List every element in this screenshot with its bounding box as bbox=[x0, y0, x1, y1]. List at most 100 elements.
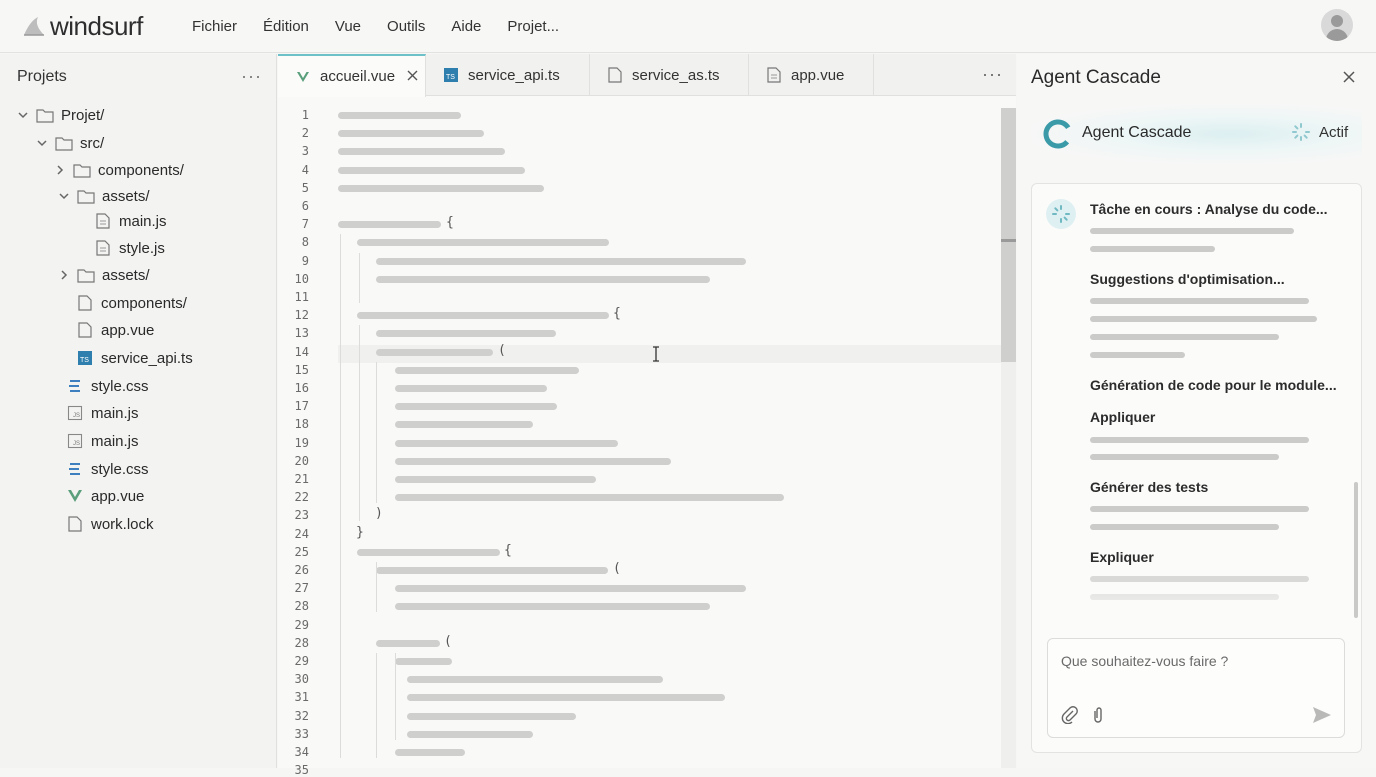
tree-item-label: main.js bbox=[91, 404, 139, 422]
line-number: 18 bbox=[294, 417, 309, 432]
agent-status: Actif bbox=[1319, 124, 1349, 141]
prompt-placeholder: Que souhaitez-vous faire ? bbox=[1061, 653, 1229, 669]
tree-item-label: main.js bbox=[119, 212, 167, 230]
line-number: 25 bbox=[294, 544, 309, 559]
placeholder-line bbox=[1090, 524, 1279, 530]
editor-scrollbar[interactable] bbox=[1001, 108, 1016, 768]
tab-service-api[interactable]: TS service_api.ts bbox=[426, 54, 590, 96]
placeholder-line bbox=[1090, 298, 1309, 304]
cascade-logo-icon bbox=[1043, 119, 1073, 149]
svg-text:TS: TS bbox=[446, 74, 455, 81]
code-line bbox=[407, 712, 576, 720]
chevron-down-icon[interactable] bbox=[58, 190, 70, 202]
paperclip-icon[interactable] bbox=[1091, 706, 1105, 724]
tree-item-label: work.lock bbox=[91, 515, 154, 533]
line-number: 16 bbox=[294, 381, 309, 395]
tree-item-work-lock[interactable]: work.lock bbox=[66, 512, 154, 536]
menu-aide[interactable]: Aide bbox=[451, 18, 481, 35]
chevron-down-icon[interactable] bbox=[17, 109, 29, 121]
tab-accueil-vue[interactable]: accueil.vue bbox=[278, 54, 426, 97]
chevron-right-icon[interactable] bbox=[54, 164, 66, 176]
css-icon bbox=[66, 461, 84, 477]
folder-icon bbox=[55, 135, 73, 151]
tree-item-style-js[interactable]: style.js bbox=[94, 236, 165, 260]
line-number: 15 bbox=[294, 362, 309, 377]
placeholder-line bbox=[1090, 437, 1309, 443]
attachment-icon[interactable] bbox=[1061, 706, 1079, 724]
chevron-down-icon[interactable] bbox=[36, 137, 48, 149]
tab-label: accueil.vue bbox=[320, 68, 396, 85]
tree-item-label: components/ bbox=[98, 161, 184, 179]
panel-scrollbar[interactable] bbox=[1354, 482, 1358, 618]
tab-app-vue[interactable]: app.vue bbox=[749, 54, 874, 96]
prompt-input[interactable]: Que souhaitez-vous faire ? bbox=[1047, 638, 1345, 738]
line-number: 23 bbox=[294, 508, 309, 523]
tree-item-components[interactable]: components/ bbox=[54, 158, 184, 182]
code-line bbox=[338, 184, 544, 192]
tree-item-service-api[interactable]: TS service_api.ts bbox=[76, 346, 193, 370]
js-icon: JS bbox=[66, 405, 84, 421]
tree-item-app-vue[interactable]: app.vue bbox=[76, 318, 154, 342]
file-icon bbox=[76, 295, 94, 311]
close-icon[interactable] bbox=[407, 68, 418, 85]
indent-guide bbox=[376, 562, 377, 613]
tree-item-main-js[interactable]: main.js bbox=[94, 209, 167, 233]
code-line bbox=[338, 221, 441, 229]
document-icon bbox=[765, 67, 783, 83]
tree-item-components-file[interactable]: components/ bbox=[76, 291, 187, 315]
tree-item-style-css[interactable]: style.css bbox=[66, 374, 149, 398]
line-number: 22 bbox=[294, 490, 309, 505]
menu-projet[interactable]: Projet... bbox=[507, 18, 559, 35]
menu-vue[interactable]: Vue bbox=[335, 18, 361, 35]
more-icon[interactable]: ··· bbox=[982, 64, 1003, 85]
line-number: 19 bbox=[294, 435, 309, 450]
file-icon bbox=[606, 67, 624, 83]
tree-item-app-vue-2[interactable]: app.vue bbox=[66, 484, 144, 508]
document-icon bbox=[94, 213, 112, 229]
explain-action[interactable]: Expliquer bbox=[1090, 549, 1154, 565]
code-line bbox=[376, 275, 710, 283]
code-line bbox=[407, 730, 533, 738]
code-brace: ( bbox=[613, 561, 621, 576]
menu-edition[interactable]: Édition bbox=[263, 18, 309, 35]
indent-guide bbox=[376, 653, 377, 758]
code-editor: accueil.vue TS service_api.ts service_as… bbox=[278, 54, 1016, 777]
tree-item-main-js-2[interactable]: JS main.js bbox=[66, 401, 139, 425]
tree-item-projet[interactable]: Projet/ bbox=[17, 103, 104, 127]
tree-item-main-js-3[interactable]: JS main.js bbox=[66, 429, 139, 453]
tree-item-label: app.vue bbox=[91, 487, 145, 505]
code-line bbox=[395, 439, 618, 447]
more-icon[interactable]: ··· bbox=[241, 66, 262, 87]
tab-service-as[interactable]: service_as.ts bbox=[590, 54, 749, 96]
generate-tests-action[interactable]: Générer des tests bbox=[1090, 479, 1208, 495]
agent-conversation: Tâche en cours : Analyse du code... Sugg… bbox=[1031, 183, 1362, 753]
close-icon[interactable] bbox=[1342, 68, 1356, 89]
tree-item-style-css-2[interactable]: style.css bbox=[66, 457, 149, 481]
agent-name: Agent Cascade bbox=[1082, 124, 1192, 141]
agent-header-card: Agent Cascade Actif bbox=[1031, 104, 1362, 164]
scrollbar-marker bbox=[1001, 239, 1016, 242]
placeholder-line bbox=[1090, 352, 1185, 358]
tree-item-src[interactable]: src/ bbox=[36, 131, 104, 155]
spinner-icon bbox=[1052, 205, 1070, 223]
scrollbar-thumb[interactable] bbox=[1001, 108, 1016, 362]
menu-outils[interactable]: Outils bbox=[387, 18, 425, 35]
line-number: 24 bbox=[294, 526, 309, 541]
user-avatar[interactable] bbox=[1321, 9, 1353, 41]
line-number: 17 bbox=[294, 399, 309, 414]
tree-item-label: app.vue bbox=[101, 321, 155, 339]
svg-text:JS: JS bbox=[73, 413, 80, 419]
line-number: 12 bbox=[294, 308, 309, 323]
tree-item-assets[interactable]: assets/ bbox=[58, 184, 150, 208]
chevron-right-icon[interactable] bbox=[58, 269, 70, 281]
project-sidebar: Projets ··· Projet/ src/ components/ ass… bbox=[0, 54, 277, 768]
main-menu: Fichier Édition Vue Outils Aide Projet..… bbox=[192, 0, 559, 53]
menu-fichier[interactable]: Fichier bbox=[192, 18, 237, 35]
tree-item-label: style.css bbox=[91, 460, 149, 478]
tree-item-assets-2[interactable]: assets/ bbox=[58, 263, 150, 287]
line-number: 1 bbox=[301, 108, 309, 122]
apply-action[interactable]: Appliquer bbox=[1090, 409, 1155, 425]
placeholder-line bbox=[1090, 316, 1317, 322]
send-icon[interactable] bbox=[1312, 706, 1332, 724]
code-line bbox=[376, 639, 440, 647]
